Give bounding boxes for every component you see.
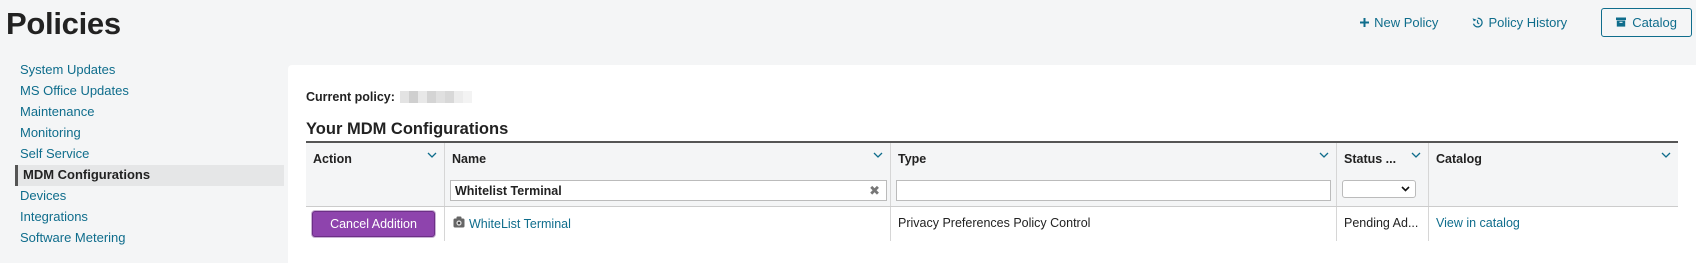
top-actions: New Policy Policy History Catalog xyxy=(1360,8,1692,37)
sidebar-item-devices[interactable]: Devices xyxy=(15,186,284,207)
name-cell-content: WhiteList Terminal xyxy=(453,216,571,231)
chevron-down-icon[interactable] xyxy=(1411,151,1421,159)
chevron-down-icon[interactable] xyxy=(1319,151,1329,159)
configuration-profile-icon xyxy=(453,216,465,231)
status-cell: Pending Ad... xyxy=(1337,207,1429,241)
column-action: Action xyxy=(306,143,445,206)
name-filter-input[interactable] xyxy=(450,180,887,201)
section-title: Your MDM Configurations xyxy=(306,120,509,138)
action-cell: Cancel Addition xyxy=(306,207,445,241)
name-cell: WhiteList Terminal xyxy=(445,207,891,241)
sidebar-item-maintenance[interactable]: Maintenance xyxy=(15,102,284,123)
new-policy-link[interactable]: New Policy xyxy=(1360,15,1438,30)
table-header: Action Name ✖ Type Status ... xyxy=(306,143,1678,207)
main-panel: Current policy: Your MDM Configurations … xyxy=(288,65,1696,263)
page-title: Policies xyxy=(6,6,121,41)
new-policy-label: New Policy xyxy=(1374,15,1439,30)
catalog-cell: View in catalog xyxy=(1429,207,1678,241)
sidebar-item-mdm-configurations[interactable]: MDM Configurations xyxy=(15,165,284,186)
column-header-label: Catalog xyxy=(1436,152,1482,166)
current-policy: Current policy: xyxy=(306,90,472,104)
sidebar-item-ms-office-updates[interactable]: MS Office Updates xyxy=(15,81,284,102)
select-arrow-icon xyxy=(1401,186,1410,192)
view-in-catalog-link[interactable]: View in catalog xyxy=(1436,216,1520,230)
catalog-button-label: Catalog xyxy=(1632,15,1677,30)
archive-icon xyxy=(1616,15,1627,30)
clear-filter-icon[interactable]: ✖ xyxy=(869,184,880,197)
policy-history-link[interactable]: Policy History xyxy=(1472,15,1567,30)
table-row: Cancel Addition WhiteList Terminal Priva… xyxy=(306,207,1678,241)
column-header-label: Type xyxy=(898,152,927,166)
configuration-status: Pending Ad... xyxy=(1344,216,1419,230)
sidebar-item-software-metering[interactable]: Software Metering xyxy=(15,228,284,249)
sidebar-item-integrations[interactable]: Integrations xyxy=(15,207,284,228)
chevron-down-icon[interactable] xyxy=(1661,151,1671,159)
current-policy-label: Current policy: xyxy=(306,90,395,104)
configuration-type: Privacy Preferences Policy Control xyxy=(898,216,1091,230)
sidebar-nav: System Updates MS Office Updates Mainten… xyxy=(15,60,284,249)
mdm-configurations-table: Action Name ✖ Type Status ... xyxy=(306,141,1678,241)
sidebar-item-self-service[interactable]: Self Service xyxy=(15,144,284,165)
sidebar-item-system-updates[interactable]: System Updates xyxy=(15,60,284,81)
column-status: Status ... xyxy=(1337,143,1429,206)
sidebar-item-monitoring[interactable]: Monitoring xyxy=(15,123,284,144)
column-name: Name ✖ xyxy=(445,143,891,206)
policy-history-label: Policy History xyxy=(1488,15,1568,30)
configuration-name-link[interactable]: WhiteList Terminal xyxy=(469,217,571,231)
column-catalog: Catalog xyxy=(1429,143,1678,206)
catalog-button[interactable]: Catalog xyxy=(1601,8,1692,37)
cancel-addition-button[interactable]: Cancel Addition xyxy=(312,211,435,237)
column-header-label: Name xyxy=(452,152,487,166)
status-filter-select[interactable] xyxy=(1342,180,1416,198)
plus-icon xyxy=(1360,18,1370,27)
type-cell: Privacy Preferences Policy Control xyxy=(891,207,1337,241)
column-header-label: Status ... xyxy=(1344,152,1397,166)
redacted-policy-name xyxy=(399,91,472,103)
column-type: Type xyxy=(891,143,1337,206)
column-header-label: Action xyxy=(313,152,352,166)
type-filter-input[interactable] xyxy=(896,180,1331,201)
history-icon xyxy=(1472,17,1484,28)
chevron-down-icon[interactable] xyxy=(427,151,437,159)
chevron-down-icon[interactable] xyxy=(873,151,883,159)
